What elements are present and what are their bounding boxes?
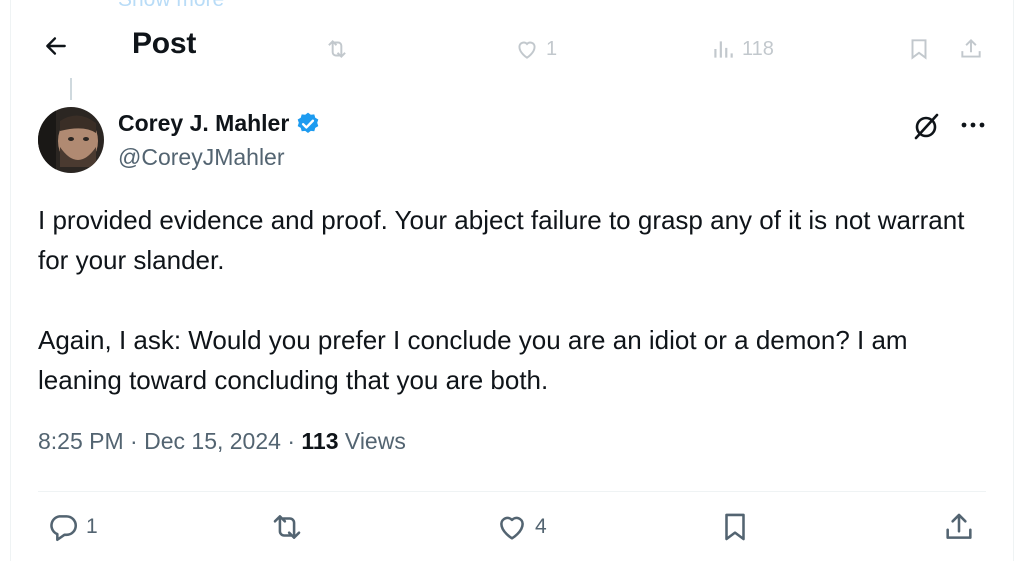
retweet-button[interactable] <box>270 510 304 544</box>
reply-button[interactable]: 1 <box>46 510 98 544</box>
tweet-paragraph: I provided evidence and proof. Your abje… <box>38 205 965 275</box>
ghost-share-icon <box>958 36 984 62</box>
avatar[interactable] <box>38 107 104 173</box>
views-label: Views <box>344 428 406 454</box>
back-arrow-icon <box>46 37 66 55</box>
reply-count: 1 <box>86 515 98 538</box>
reply-icon <box>50 515 78 542</box>
verified-badge-icon <box>298 112 319 133</box>
like-count: 4 <box>535 515 547 538</box>
ghost-retweet-icon <box>324 36 350 62</box>
views-count: 113 <box>301 428 339 454</box>
retweet-icon <box>273 515 301 539</box>
ghost-views-icon <box>714 41 733 58</box>
grok-button[interactable] <box>910 110 942 142</box>
page-title: Post <box>132 27 197 60</box>
share-button[interactable] <box>942 510 976 544</box>
more-icon <box>961 122 985 128</box>
like-icon <box>500 516 524 540</box>
bookmark-icon <box>725 513 745 541</box>
ghost-views: 118 <box>710 36 774 62</box>
tweet-date[interactable]: Dec 15, 2024 <box>144 428 281 454</box>
ghost-like: 1 <box>514 36 557 62</box>
meta-separator: · <box>287 428 302 454</box>
thread-connector <box>70 78 72 100</box>
meta-separator: · <box>130 428 145 454</box>
ghost-like-icon <box>518 41 536 59</box>
ghost-like-count: 1 <box>546 37 558 60</box>
ghost-view-count: 118 <box>742 37 774 60</box>
tweet-text: I provided evidence and proof. Your abje… <box>38 200 998 400</box>
divider <box>38 491 986 492</box>
previous-post-actions: 1 118 <box>110 36 990 70</box>
tweet-time[interactable]: 8:25 PM <box>38 428 124 454</box>
timeline-border-right <box>1013 0 1014 561</box>
bookmark-button[interactable] <box>718 510 752 544</box>
share-icon <box>946 513 972 539</box>
grok-icon <box>914 113 939 140</box>
ghost-bookmark-icon <box>906 36 932 62</box>
tweet-paragraph: Again, I ask: Would you prefer I conclud… <box>38 325 908 395</box>
author-handle[interactable]: @CoreyJMahler <box>118 144 285 171</box>
like-button[interactable]: 4 <box>495 510 547 544</box>
author-name-text[interactable]: Corey J. Mahler <box>118 110 289 137</box>
author-name[interactable]: Corey J. Mahler <box>118 110 321 137</box>
tweet-meta: 8:25 PM · Dec 15, 2024 · 113 Views <box>38 428 406 455</box>
timeline-border-left <box>10 0 11 561</box>
back-button[interactable] <box>38 28 74 64</box>
more-options-button[interactable] <box>958 112 988 138</box>
show-more-link[interactable]: Show more <box>118 0 224 12</box>
